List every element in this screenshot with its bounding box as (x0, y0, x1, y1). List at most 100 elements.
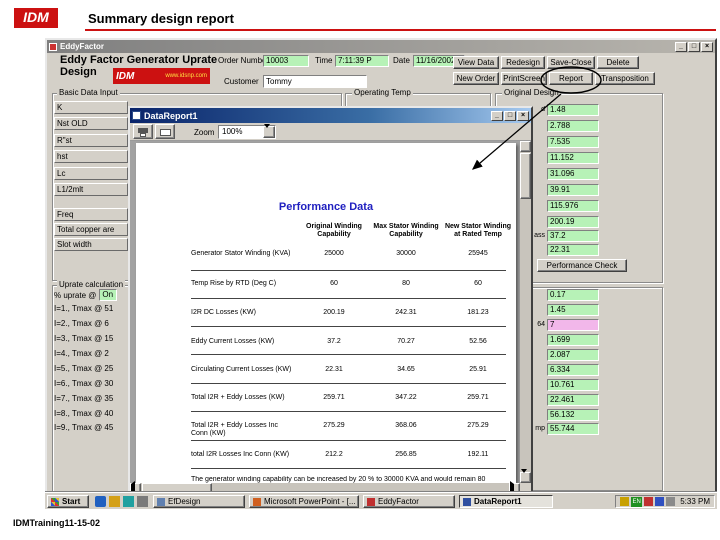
result-field[interactable]: 1.48 (547, 104, 599, 116)
clock[interactable]: 5:33 PM (680, 497, 710, 506)
basic-data-group-label: Basic Data Input (57, 88, 120, 97)
result-field[interactable]: 200.19 (547, 216, 599, 228)
row-label: Temp Rise by RTD (Deg C) (191, 280, 293, 288)
language-indicator-icon[interactable]: EN (631, 497, 642, 507)
order-number-field[interactable]: 10003 (263, 55, 309, 67)
export-button[interactable] (155, 124, 175, 139)
page-title: Summary design report (88, 11, 234, 26)
customer-field[interactable]: Tommy (263, 75, 367, 88)
view-data-button[interactable]: View Data (453, 56, 499, 69)
scroll-up-icon[interactable] (520, 141, 531, 152)
minimize-icon[interactable]: _ (675, 42, 687, 52)
uprate-row-5[interactable]: I=5., Tmax @ 25 (54, 364, 128, 373)
result-field[interactable]: 22.31 (547, 244, 599, 256)
quicklaunch-desktop-icon[interactable] (109, 496, 120, 507)
result-field[interactable]: 56.132 (547, 409, 599, 421)
uprate-row-1[interactable]: I=1., Tmax @ 51 (54, 304, 128, 313)
idm-logo-text: IDM (116, 71, 134, 82)
start-button[interactable]: Start (47, 495, 89, 508)
basic-field-k[interactable]: K (54, 101, 128, 114)
scroll-down-icon[interactable] (520, 472, 531, 483)
result-field[interactable]: 10.761 (547, 379, 599, 391)
result-field[interactable]: 55.744 (547, 423, 599, 435)
result-field[interactable]: 39.91 (547, 184, 599, 196)
basic-field-hst[interactable]: hst (54, 150, 128, 163)
time-field[interactable]: 7:11:39 P (335, 55, 389, 67)
task-eddyfactor[interactable]: EddyFactor (363, 495, 455, 508)
basic-field-l12mlt[interactable]: L1/2mlt (54, 183, 128, 196)
basic-field-slot-width[interactable]: Slot width (54, 238, 128, 251)
result-field[interactable]: 0.17 (547, 289, 599, 301)
volume-icon[interactable] (620, 497, 629, 506)
basic-field-rst[interactable]: R"st (54, 134, 128, 147)
uprate-group-label: Uprate calculation (57, 280, 125, 289)
result-field[interactable]: 1.699 (547, 334, 599, 346)
transposition-button[interactable]: Transposition (595, 72, 655, 85)
idm-logo-url: www.idsnp.com (165, 73, 207, 79)
zoom-dropdown-arrow-icon[interactable] (263, 126, 275, 138)
row-value: 347.22 (371, 394, 441, 402)
row-value: 212.2 (299, 451, 369, 459)
uprate-row-8[interactable]: I=8., Tmax @ 40 (54, 409, 128, 418)
uprate-pct-field[interactable]: On (99, 289, 117, 301)
result-field[interactable]: 31.096 (547, 168, 599, 180)
result-field-highlight[interactable]: 7 (547, 319, 599, 331)
order-number-label: Order Number (218, 56, 269, 65)
report-window-title: DataReport1 (144, 111, 198, 121)
row-value: 70.27 (371, 338, 441, 346)
result-field[interactable]: 2.087 (547, 349, 599, 361)
network-icon[interactable] (655, 497, 664, 506)
close-icon[interactable]: × (517, 111, 529, 121)
print-screen-button[interactable]: PrintScreen (501, 72, 547, 85)
result-field[interactable]: 115.976 (547, 200, 599, 212)
result-field[interactable]: 22.461 (547, 394, 599, 406)
row-value: 259.71 (443, 394, 513, 402)
basic-field-nst-old[interactable]: Nst OLD (54, 117, 128, 130)
quicklaunch-ie-icon[interactable] (95, 496, 106, 507)
uprate-row-7[interactable]: I=7., Tmax @ 35 (54, 394, 128, 403)
scroll-thumb[interactable] (520, 153, 531, 199)
new-order-button[interactable]: New Order (453, 72, 499, 85)
result-field[interactable]: 2.788 (547, 120, 599, 132)
uprate-row-3[interactable]: I=3., Tmax @ 15 (54, 334, 128, 343)
performance-check-button[interactable]: Performance Check (537, 259, 627, 272)
task-efdesign[interactable]: EfDesign (153, 495, 245, 508)
minimize-icon[interactable]: _ (491, 111, 503, 121)
report-button[interactable]: Report (549, 72, 593, 85)
task-datareport[interactable]: DataReport1 (459, 495, 553, 508)
updates-icon[interactable] (666, 497, 675, 506)
basic-field-total-copper[interactable]: Total copper are (54, 223, 128, 236)
basic-field-freq[interactable]: Freq (54, 208, 128, 221)
row-value: 22.31 (299, 366, 369, 374)
basic-field-lc[interactable]: Lc (54, 167, 128, 180)
antivirus-icon[interactable] (644, 497, 653, 506)
print-button[interactable] (133, 124, 153, 139)
result-field[interactable]: 1.45 (547, 304, 599, 316)
maximize-icon[interactable]: □ (504, 111, 516, 121)
quicklaunch-folder-icon[interactable] (123, 496, 134, 507)
row-label: Eddy Current Losses (KW) (191, 338, 293, 346)
result-field[interactable]: 6.334 (547, 364, 599, 376)
maximize-icon[interactable]: □ (688, 42, 700, 52)
delete-button[interactable]: Delete (597, 56, 639, 69)
datareport-titlebar[interactable]: DataReport1 _ □ × (130, 108, 531, 123)
close-icon[interactable]: × (701, 42, 713, 52)
uprate-row-2[interactable]: I=2., Tmax @ 6 (54, 319, 128, 328)
uprate-row-6[interactable]: I=6., Tmax @ 30 (54, 379, 128, 388)
task-powerpoint[interactable]: Microsoft PowerPoint - [... (249, 495, 359, 508)
row-value: 34.65 (371, 366, 441, 374)
quicklaunch-mail-icon[interactable] (137, 496, 148, 507)
redesign-button[interactable]: Redesign (501, 56, 545, 69)
eddyfactor-titlebar[interactable]: EddyFactor _ □ × (47, 40, 715, 53)
vertical-scrollbar[interactable] (520, 141, 531, 483)
zoom-select[interactable]: 100% (218, 125, 276, 139)
report-icon (132, 111, 141, 120)
row-value: 60 (443, 280, 513, 288)
result-field[interactable]: 11.152 (547, 152, 599, 164)
save-close-button[interactable]: Save-Close (547, 56, 595, 69)
uprate-row-4[interactable]: I=4., Tmax @ 2 (54, 349, 128, 358)
result-field[interactable]: 37.2 (547, 230, 599, 242)
uprate-row-9[interactable]: I=9., Tmax @ 45 (54, 423, 128, 432)
row-label: total I2R Losses Inc Conn (KW) (191, 451, 293, 459)
result-field[interactable]: 7.535 (547, 136, 599, 148)
